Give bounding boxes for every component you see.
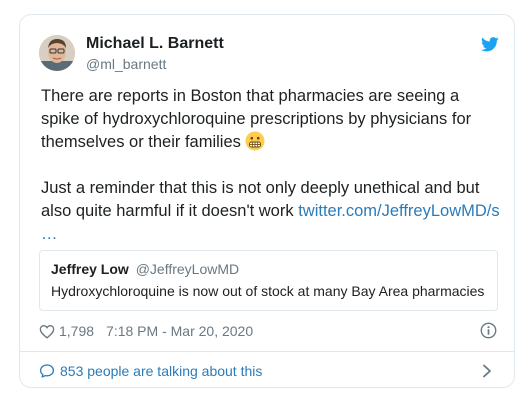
tweet-timestamp[interactable]: 7:18 PM - Mar 20, 2020 <box>106 323 253 339</box>
card-divider <box>20 351 514 352</box>
author-name[interactable]: Michael L. Barnett <box>86 35 224 53</box>
tweet-card[interactable]: Michael L. Barnett @ml_barnett There are… <box>19 14 515 388</box>
author-handle[interactable]: @ml_barnett <box>86 56 166 72</box>
chevron-right-icon[interactable] <box>482 364 492 378</box>
tweet-paragraph-1: There are reports in Boston that pharmac… <box>41 85 501 154</box>
avatar-photo <box>39 35 75 71</box>
twitter-bird-icon[interactable] <box>481 37 499 52</box>
quoted-tweet[interactable]: Jeffrey Low @JeffreyLowMD Hydroxychloroq… <box>39 250 498 311</box>
like-count[interactable]: 1,798 <box>59 323 94 339</box>
conversation-text[interactable]: 853 people are talking about this <box>60 363 262 379</box>
tweet-meta: 1,798 7:18 PM - Mar 20, 2020 <box>39 321 253 341</box>
speech-bubble-icon <box>39 364 55 378</box>
quoted-tweet-text: Hydroxychloroquine is now out of stock a… <box>51 283 485 299</box>
tweet-paragraph-2: Just a reminder that this is not only de… <box>41 177 501 246</box>
link-ellipsis[interactable]: … <box>41 225 58 243</box>
quoted-author-handle: @JeffreyLowMD <box>135 261 240 277</box>
conversation-link[interactable]: 853 people are talking about this <box>39 361 262 381</box>
heart-icon[interactable] <box>39 324 55 339</box>
tweet-link[interactable]: twitter.com/JeffreyLowMD/s <box>298 202 499 220</box>
quoted-author-name: Jeffrey Low <box>51 261 129 277</box>
grimacing-face-emoji <box>245 131 265 151</box>
quoted-tweet-header: Jeffrey Low @JeffreyLowMD <box>51 261 239 277</box>
info-icon[interactable] <box>480 322 497 339</box>
author-avatar[interactable] <box>39 35 75 71</box>
tweet-body: There are reports in Boston that pharmac… <box>41 85 501 246</box>
